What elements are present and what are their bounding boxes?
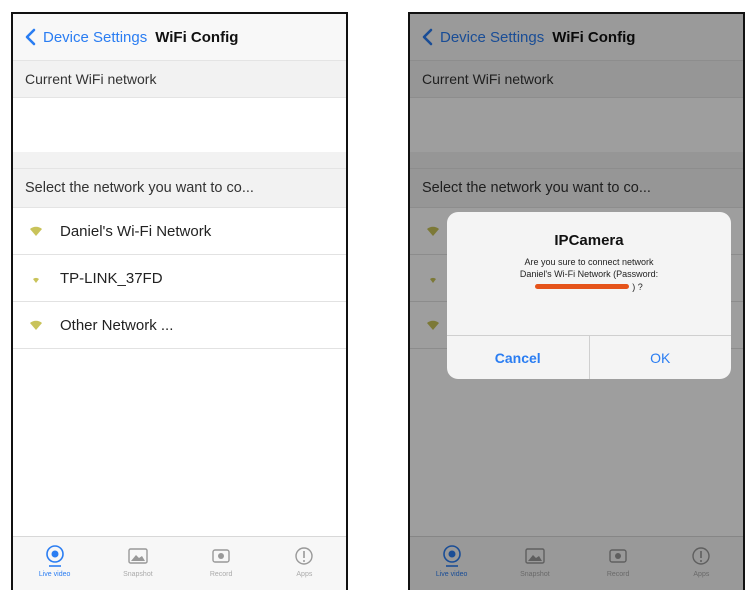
chevron-left-icon — [25, 28, 36, 46]
wifi-icon — [30, 320, 42, 330]
snapshot-icon — [128, 548, 148, 564]
network-item-daniels-wifi[interactable]: Daniel's Wi-Fi Network — [13, 208, 346, 255]
tab-label: Apps — [296, 571, 313, 578]
dialog-message-line: Daniel's Wi-Fi Network (Password: — [519, 269, 659, 279]
live-video-icon — [45, 545, 64, 567]
network-list: Daniel's Wi-Fi Network TP-LINK_37FD Othe… — [13, 208, 346, 349]
tab-label: Live video — [38, 571, 71, 578]
network-name: Other Network ... — [60, 316, 174, 334]
current-network-value — [13, 98, 346, 152]
phone-screen-wifi-config-dialog: Device Settings WiFi Config Current WiFi… — [408, 12, 745, 590]
info-icon — [295, 547, 314, 565]
dialog-message-line: Are you sure to connect network — [524, 257, 654, 267]
back-label: Device Settings — [43, 28, 148, 46]
page-title: WiFi Config — [155, 28, 239, 46]
back-button[interactable]: Device Settings — [21, 27, 147, 47]
record-icon — [212, 549, 230, 563]
tab-record[interactable]: Record — [180, 537, 263, 590]
password-line: ) ? — [535, 281, 643, 293]
dialog-message: Are you sure to connect network Daniel's… — [461, 256, 717, 293]
connect-confirm-dialog: IPCamera Are you sure to connect network… — [447, 212, 731, 379]
tab-snapshot[interactable]: Snapshot — [96, 537, 179, 590]
dialog-message-suffix: ) ? — [632, 281, 643, 292]
dialog-buttons: Cancel OK — [447, 335, 731, 379]
network-item-tp-link[interactable]: TP-LINK_37FD — [13, 255, 346, 302]
network-name: TP-LINK_37FD — [60, 269, 163, 287]
password-redaction — [535, 284, 630, 289]
network-item-other[interactable]: Other Network ... — [13, 302, 346, 349]
tab-live-video[interactable]: Live video — [13, 537, 96, 590]
tab-bar: Live video Snapshot Record Apps — [13, 536, 346, 590]
network-name: Daniel's Wi-Fi Network — [60, 222, 212, 240]
dialog-title: IPCamera — [554, 232, 624, 249]
phone-screen-wifi-config: Device Settings WiFi Config Current WiFi… — [11, 12, 348, 590]
wifi-icon — [33, 278, 39, 283]
cancel-button[interactable]: Cancel — [447, 336, 590, 379]
navigation-bar: Device Settings WiFi Config — [13, 14, 346, 60]
current-network-header: Current WiFi network — [13, 60, 346, 98]
ok-button[interactable]: OK — [590, 336, 732, 379]
section-separator — [13, 152, 346, 168]
tab-apps[interactable]: Apps — [263, 537, 346, 590]
tab-label: Record — [209, 571, 233, 578]
tab-label: Snapshot — [123, 571, 153, 578]
wifi-icon — [30, 226, 42, 236]
select-network-header: Select the network you want to co... — [13, 168, 346, 208]
